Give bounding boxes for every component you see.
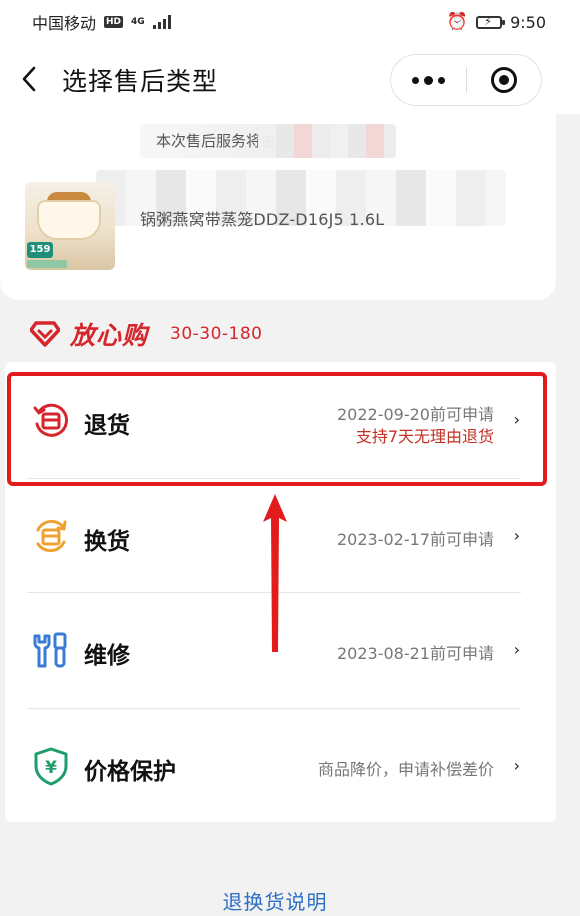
signal-icon — [152, 15, 171, 29]
product-image[interactable]: 159 — [25, 182, 115, 270]
miniapp-capsule — [390, 54, 542, 106]
assurance-subtitle: 30-30-180 — [170, 324, 263, 344]
assurance-banner: 放心购 30-30-180 — [30, 316, 263, 352]
option-return-deadline: 2022-09-20前可申请 — [337, 405, 494, 424]
chevron-right-icon: › — [513, 410, 520, 429]
option-price-protection-label: 价格保护 — [84, 759, 176, 785]
more-dots-icon — [412, 76, 419, 84]
product-card: 本次售后服务将由 锅粥燕窝带蒸笼DDZ-D16J5 1.6L 159 — [0, 114, 556, 300]
more-menu-button[interactable] — [391, 54, 466, 106]
option-repair-deadline: 2023-08-21前可申请 — [337, 644, 494, 663]
carrier-name: 中国移动 — [32, 14, 97, 33]
option-return-label: 退货 — [84, 413, 130, 439]
status-left: 中国移动 HD 4G — [32, 10, 171, 34]
service-notice: 本次售后服务将由 — [140, 124, 396, 158]
diamond-heart-icon — [30, 321, 60, 347]
assurance-title: 放心购 — [70, 321, 149, 350]
alarm-icon: ⏰ — [446, 12, 469, 32]
hd-tag: HD — [104, 16, 124, 28]
page-header: 选择售后类型 — [0, 44, 580, 114]
product-name: 锅粥燕窝带蒸笼DDZ-D16J5 1.6L — [140, 210, 385, 229]
svg-text:¥: ¥ — [45, 758, 57, 778]
battery-icon: ⚡ — [476, 15, 506, 29]
exchange-box-icon — [36, 519, 67, 553]
notice-redacted-area — [258, 124, 396, 158]
option-exchange-deadline: 2023-02-17前可申请 — [337, 530, 494, 549]
target-icon — [490, 67, 517, 93]
option-repair-label: 维修 — [84, 643, 130, 669]
chevron-right-icon: › — [513, 756, 520, 775]
red-arrow-annotation — [263, 494, 287, 652]
option-return-note: 支持7天无理由退货 — [355, 427, 494, 446]
option-exchange-label: 换货 — [84, 529, 130, 555]
thumb-tag-strip — [27, 260, 67, 268]
return-box-icon — [33, 403, 69, 437]
page-title: 选择售后类型 — [62, 67, 219, 96]
chevron-right-icon: › — [513, 640, 520, 659]
option-price-protection[interactable]: ¥ 价格保护 商品降价，申请补偿差价 › — [5, 708, 556, 822]
status-bar: 中国移动 HD 4G ⏰ ⚡ 9:50 — [0, 0, 580, 44]
network-type: 4G — [131, 17, 145, 27]
option-price-protection-desc: 商品降价，申请补偿差价 — [317, 760, 494, 779]
status-right: ⏰ ⚡ 9:50 — [447, 12, 546, 32]
pot-graphic — [37, 200, 101, 240]
return-exchange-guide-link[interactable]: 退换货说明 — [0, 886, 550, 915]
back-button[interactable] — [14, 62, 44, 96]
chevron-right-icon: › — [513, 526, 520, 545]
price-protect-shield-icon: ¥ — [34, 747, 68, 786]
option-return[interactable]: 退货 2022-09-20前可申请 支持7天无理由退货 › — [5, 362, 556, 476]
thumb-price-badge: 159 — [27, 242, 53, 258]
repair-wrench-icon — [33, 632, 67, 668]
back-arrow-icon — [22, 66, 36, 92]
clock-time: 9:50 — [510, 12, 546, 32]
close-miniapp-button[interactable] — [467, 54, 541, 106]
